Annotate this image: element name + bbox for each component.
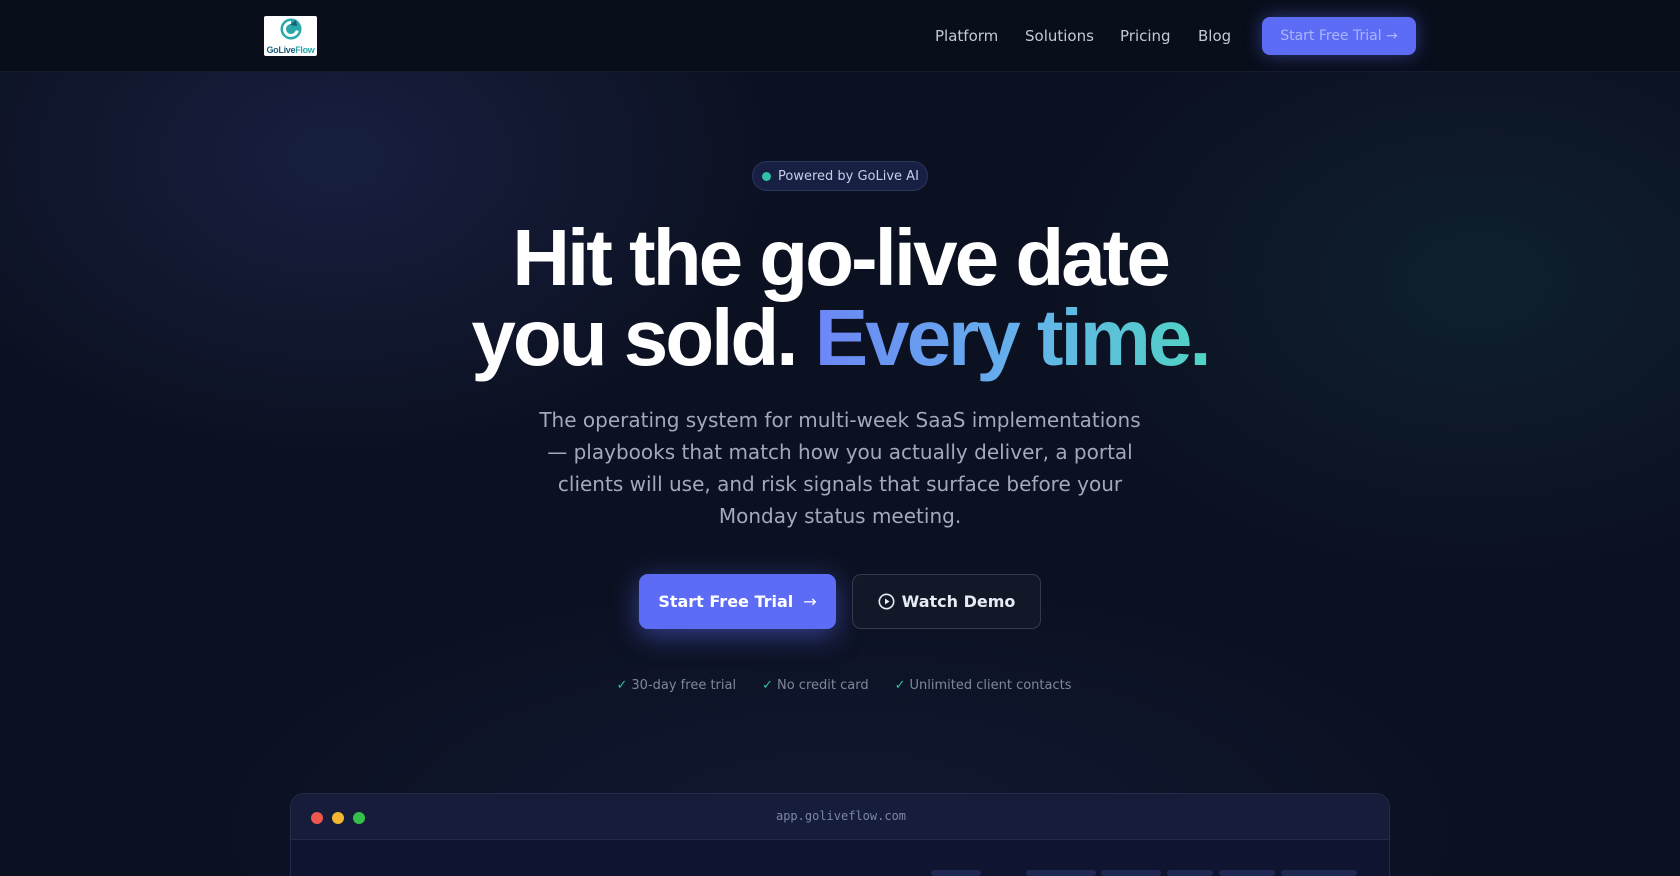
watch-demo-label: Watch Demo <box>901 592 1016 611</box>
check-icon: ✓ <box>616 678 628 693</box>
hero-subtitle: The operating system for multi-week SaaS… <box>539 408 1141 528</box>
play-circle-icon <box>878 593 895 610</box>
app-preview-window: app.goliveflow.com <box>290 793 1390 876</box>
nav-link-solutions[interactable]: Solutions <box>1025 27 1094 45</box>
goliveflow-logo[interactable]: GoLiveFlow <box>264 16 317 56</box>
nav-start-free-trial-button[interactable]: Start Free Trial → <box>1262 17 1416 55</box>
start-free-trial-button[interactable]: Start Free Trial → <box>639 574 836 629</box>
placeholder-bar <box>931 870 981 876</box>
window-title-bar: app.goliveflow.com <box>291 794 1389 840</box>
refresh-arrow-icon <box>280 18 302 40</box>
start-free-trial-label: Start Free Trial <box>658 592 794 611</box>
placeholder-bar <box>1281 870 1357 876</box>
watch-demo-button[interactable]: Watch Demo <box>852 574 1041 629</box>
check-icon: ✓ <box>894 678 906 693</box>
nav-link-blog[interactable]: Blog <box>1198 27 1231 45</box>
placeholder-bar <box>1219 870 1275 876</box>
placeholder-bar <box>1167 870 1213 876</box>
placeholder-bar <box>1101 870 1161 876</box>
hero-perks: ✓ 30-day free trial ✓ No credit card ✓ Unli… <box>0 678 1680 693</box>
top-navigation: GoLiveFlow Platform Solutions Pricing Bl… <box>0 0 1680 72</box>
window-body <box>291 840 1389 876</box>
logo-text: GoLiveFlow <box>266 45 315 55</box>
perk-item: ✓ Unlimited client contacts <box>894 678 1072 693</box>
hero-headline: Hit the go-live date you sold. Every tim… <box>0 218 1680 378</box>
headline-line-1: Hit the go-live date <box>512 213 1171 302</box>
headline-line-2-plain: you sold. <box>471 293 798 382</box>
check-icon: ✓ <box>762 678 773 693</box>
nav-link-platform[interactable]: Platform <box>935 27 998 45</box>
window-url: app.goliveflow.com <box>775 809 907 823</box>
nav-link-pricing[interactable]: Pricing <box>1120 27 1171 45</box>
badge-label: Powered by GoLive AI <box>778 168 919 184</box>
arrow-right-icon: → <box>803 592 817 611</box>
placeholder-bar <box>1026 870 1096 876</box>
perk-item: ✓ 30-day free trial <box>616 678 737 693</box>
perk-item: ✓ No credit card <box>762 678 869 693</box>
status-dot-icon <box>762 171 771 181</box>
powered-by-badge: Powered by GoLive AI <box>752 161 928 191</box>
headline-line-2-accent: Every time. <box>814 293 1212 382</box>
